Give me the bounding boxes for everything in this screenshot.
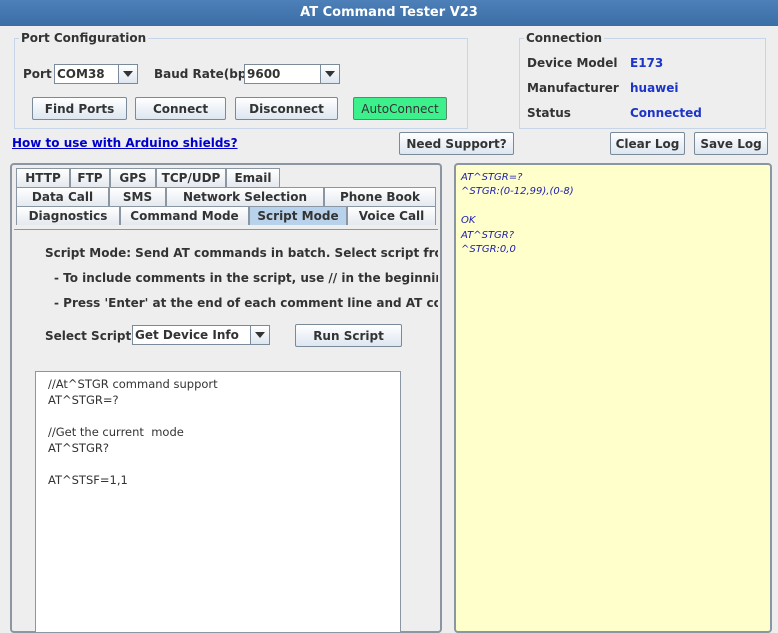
port-configuration-legend: Port Configuration [21, 31, 147, 45]
script-line: AT^STGR=? [48, 393, 119, 407]
select-script-label: Select Script [45, 329, 132, 343]
tab-command-mode[interactable]: Command Mode [120, 206, 249, 225]
port-select-value: COM38 [57, 67, 105, 81]
device-model-label: Device Model [527, 56, 618, 70]
manufacturer-value: huawei [630, 81, 679, 95]
connection-legend: Connection [526, 31, 603, 45]
script-line: //Get the current mode [48, 425, 184, 439]
tab-data-call[interactable]: Data Call [16, 187, 109, 206]
autoconnect-button[interactable]: AutoConnect [353, 97, 447, 120]
script-editor[interactable]: //At^STGR command support AT^STGR=? //Ge… [35, 371, 401, 633]
tab-ftp[interactable]: FTP [70, 168, 110, 187]
find-ports-button[interactable]: Find Ports [32, 97, 127, 120]
connect-button[interactable]: Connect [135, 97, 226, 120]
window-title-bar: AT Command Tester V23 [0, 0, 778, 26]
baud-rate-select-value: 9600 [247, 67, 281, 81]
clear-log-button[interactable]: Clear Log [610, 132, 685, 155]
script-line [48, 456, 400, 472]
port-select[interactable]: COM38 [54, 64, 138, 84]
log-line: ^STGR:0,0 [461, 243, 516, 255]
manufacturer-label: Manufacturer [527, 81, 619, 95]
status-label: Status [527, 106, 571, 120]
disconnect-button[interactable]: Disconnect [235, 97, 338, 120]
window-title: AT Command Tester V23 [300, 5, 478, 20]
tab-diagnostics[interactable]: Diagnostics [16, 206, 120, 225]
script-line: AT^STGR? [48, 441, 109, 455]
tab-tcp-udp[interactable]: TCP/UDP [156, 168, 226, 187]
script-enter-hint: - Press 'Enter' at the end of each comme… [54, 296, 438, 310]
port-label: Port [23, 67, 52, 81]
script-select[interactable]: Get Device Info [132, 325, 270, 345]
script-select-value: Get Device Info [135, 328, 239, 342]
run-script-button[interactable]: Run Script [295, 324, 402, 347]
chevron-down-icon[interactable] [320, 65, 339, 83]
log-output[interactable]: AT^STGR=? ^STGR:(0-12,99),(0-8) OK AT^ST… [454, 163, 772, 633]
script-mode-description: Script Mode: Send AT commands in batch. … [45, 246, 438, 260]
tab-sms[interactable]: SMS [109, 187, 166, 206]
script-line: //At^STGR command support [48, 377, 218, 391]
log-line: AT^STGR? [461, 229, 515, 241]
script-line: AT^STSF=1,1 [48, 473, 128, 487]
tab-voice-call[interactable]: Voice Call [347, 206, 436, 225]
baud-rate-select[interactable]: 9600 [244, 64, 340, 84]
status-value: Connected [630, 106, 702, 120]
arduino-shields-link[interactable]: How to use with Arduino shields? [12, 136, 238, 150]
device-model-value: E173 [630, 56, 664, 70]
tab-phone-book[interactable]: Phone Book [324, 187, 436, 206]
log-line: OK [461, 215, 476, 227]
save-log-button[interactable]: Save Log [694, 132, 768, 155]
tab-network-selection[interactable]: Network Selection [166, 187, 324, 206]
log-line: AT^STGR=? [461, 172, 523, 183]
tab-gps[interactable]: GPS [110, 168, 156, 187]
tab-http[interactable]: HTTP [16, 168, 70, 187]
log-line: ^STGR:(0-12,99),(0-8) [461, 186, 574, 198]
script-line [48, 408, 400, 424]
need-support-button[interactable]: Need Support? [399, 132, 514, 155]
tab-email[interactable]: Email [226, 168, 280, 187]
tab-script-mode[interactable]: Script Mode [249, 206, 347, 225]
script-comment-hint: - To include comments in the script, use… [54, 271, 438, 285]
chevron-down-icon[interactable] [250, 326, 269, 344]
chevron-down-icon[interactable] [118, 65, 137, 83]
